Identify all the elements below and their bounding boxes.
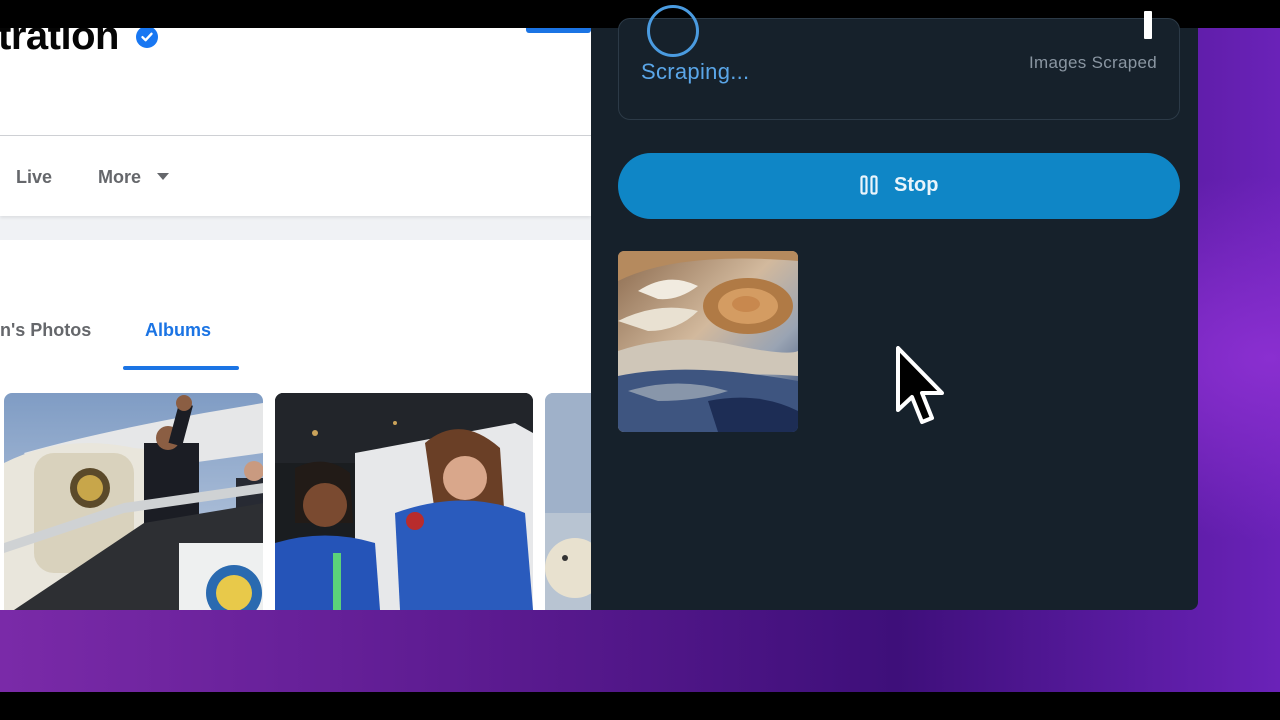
status-card: Scraping... 1 Images Scraped [618,5,1180,120]
mouse-cursor-icon [894,346,950,439]
status-text: Scraping... [641,59,750,84]
caret-down-icon [157,173,169,180]
images-scraped-count: 1 [1144,11,1152,39]
tab-photos[interactable]: n's Photos [0,320,91,341]
page-header: tration [0,28,591,136]
photos-section: n's Photos Albums [0,240,591,610]
album-thumbnail[interactable] [545,393,591,610]
album-thumbnail[interactable] [275,393,533,610]
nav-live[interactable]: Live [16,167,52,188]
scraped-image-thumbnail[interactable] [618,251,798,432]
stop-button[interactable]: Stop [618,153,1180,219]
stop-button-label: Stop [894,174,939,196]
verified-badge-icon [136,28,158,48]
facebook-page: tration Live More n's Photos Albums [0,28,591,610]
page-nav: Live More [0,136,591,216]
spinner-icon [647,5,699,57]
header-action-button[interactable] [526,28,591,33]
album-thumbnail[interactable] [4,393,263,610]
active-tab-indicator [123,366,239,370]
scraper-extension-panel: Scraping... 1 Images Scraped Stop [591,5,1198,610]
nav-more[interactable]: More [98,167,141,188]
tab-albums[interactable]: Albums [145,320,211,341]
page-title: tration [0,28,119,58]
pause-icon [860,175,878,200]
images-scraped-label: Images Scraped [1029,53,1157,72]
